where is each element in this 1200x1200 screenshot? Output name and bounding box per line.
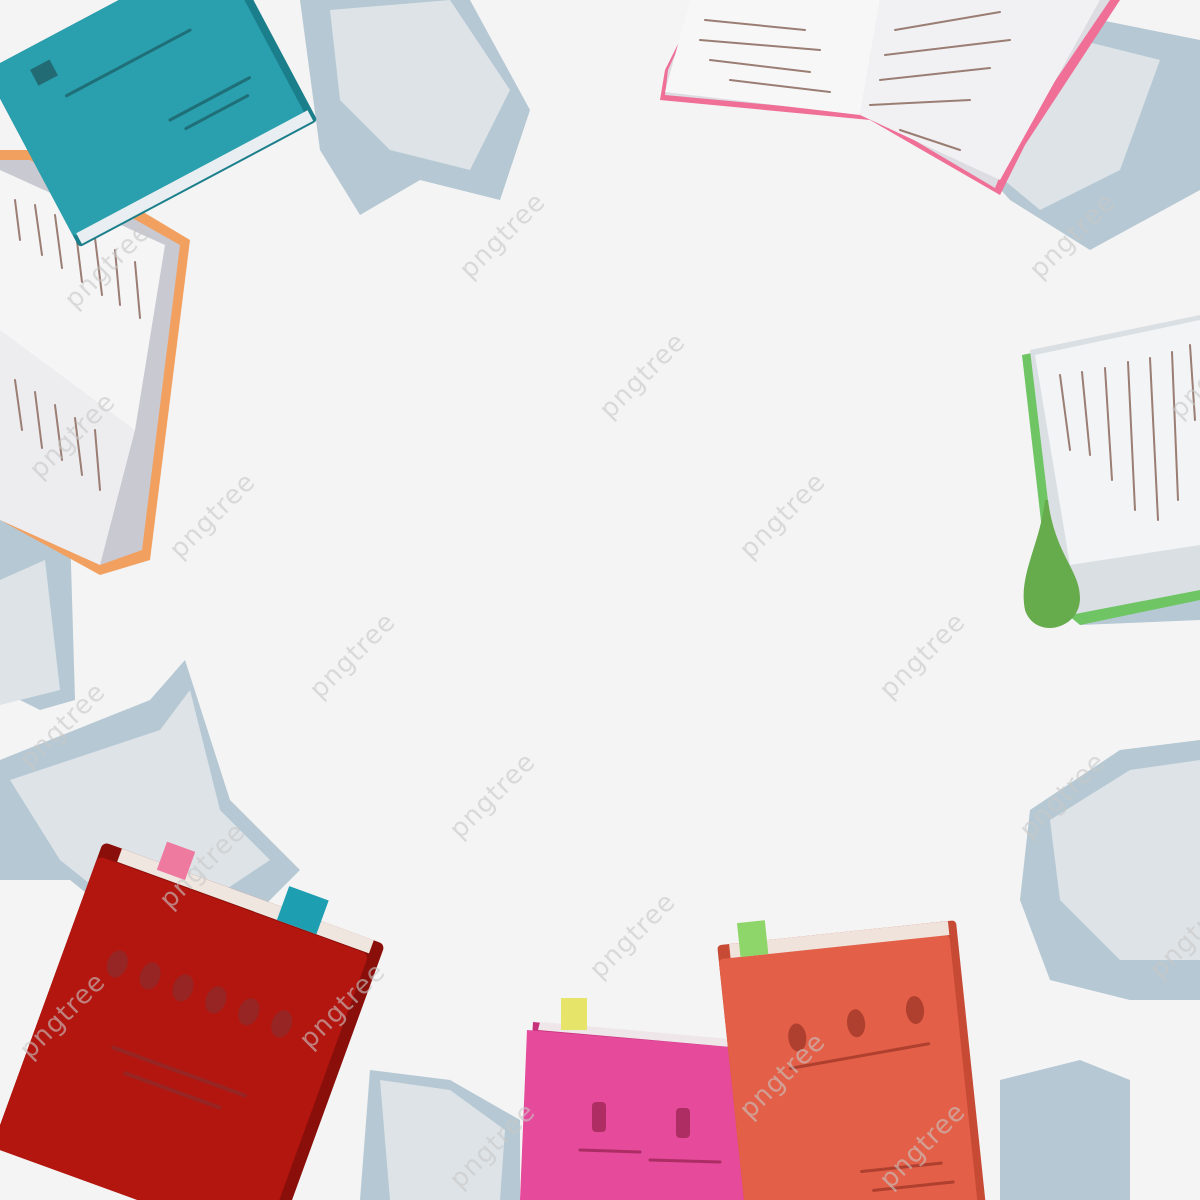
sticky-tab-icon: [561, 998, 587, 1030]
sticky-tab-icon: [736, 920, 769, 957]
open-book-icon: [1022, 315, 1200, 628]
paper-sheet-icon: [1000, 1060, 1130, 1200]
orange-book-icon: [717, 920, 986, 1200]
book-frame-illustration: pngtree pngtree pngtree pngtree pngtree …: [0, 0, 1200, 1200]
illustration-canvas: pngtree pngtree pngtree pngtree pngtree …: [0, 0, 1200, 1200]
